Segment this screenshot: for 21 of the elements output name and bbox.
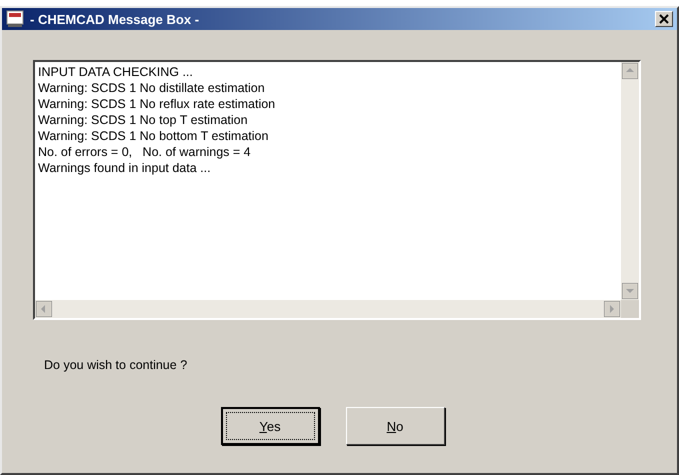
window-title: - CHEMCAD Message Box - — [30, 12, 200, 26]
scrollbar-corner — [621, 300, 639, 318]
close-button[interactable] — [655, 11, 673, 27]
message-area[interactable] — [33, 60, 641, 320]
message-line: Warning: SCDS 1 No distillate estimation — [38, 80, 266, 96]
message-line: Warnings found in input data ... — [38, 160, 212, 176]
vertical-scrollbar[interactable] — [621, 62, 639, 300]
scroll-right-button[interactable] — [604, 301, 620, 317]
message-line: Warning: SCDS 1 No bottom T estimation — [38, 128, 270, 144]
message-line: INPUT DATA CHECKING ... — [38, 64, 194, 80]
horizontal-scrollbar[interactable] — [35, 300, 621, 318]
no-button[interactable]: No — [346, 407, 444, 445]
message-line: Warning: SCDS 1 No reflux rate estimation — [38, 96, 276, 112]
app-icon — [6, 10, 24, 28]
prompt-text: Do you wish to continue ? — [44, 358, 188, 372]
yes-button[interactable]: Yes — [220, 407, 320, 445]
message-line: No. of errors = 0, No. of warnings = 4 — [38, 144, 252, 160]
message-line: Warning: SCDS 1 No top T estimation — [38, 112, 249, 128]
scroll-down-button[interactable] — [622, 283, 638, 299]
scroll-left-button[interactable] — [36, 301, 52, 317]
scroll-up-button[interactable] — [622, 63, 638, 79]
